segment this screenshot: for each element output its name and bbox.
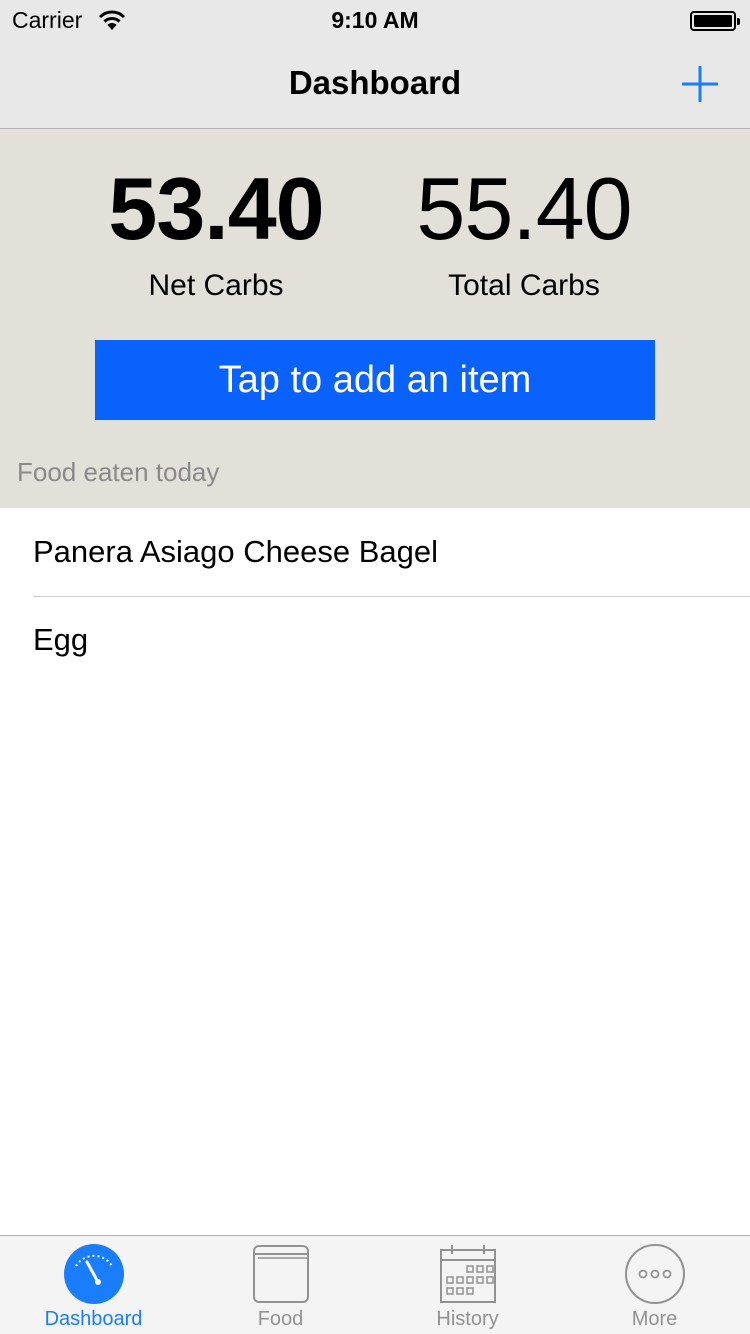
gauge-icon bbox=[63, 1244, 124, 1304]
list-item[interactable]: Egg bbox=[0, 596, 750, 684]
book-icon bbox=[252, 1245, 309, 1303]
carbs-summary: 53.40 Net Carbs 55.40 Total Carbs Tap to… bbox=[0, 129, 750, 508]
battery-nub bbox=[737, 18, 740, 25]
list-item-label: Panera Asiago Cheese Bagel bbox=[33, 534, 439, 569]
total-carbs-stat: 55.40 Total Carbs bbox=[364, 159, 684, 303]
tab-label: Food bbox=[257, 1308, 304, 1330]
list-item[interactable]: Panera Asiago Cheese Bagel bbox=[0, 508, 750, 596]
tab-label: History bbox=[436, 1308, 499, 1330]
page-title: Dashboard bbox=[288, 64, 462, 101]
more-icon bbox=[624, 1244, 685, 1304]
tab-label: Dashboard bbox=[44, 1308, 143, 1330]
battery-icon bbox=[690, 11, 740, 31]
total-carbs-label: Total Carbs bbox=[448, 269, 600, 302]
tab-bar: Dashboard Food History More bbox=[0, 1235, 750, 1334]
food-list: Panera Asiago Cheese Bagel Egg bbox=[0, 508, 750, 684]
battery-level bbox=[694, 15, 732, 27]
section-header: Food eaten today bbox=[17, 457, 220, 487]
tab-history[interactable]: History bbox=[374, 1236, 561, 1334]
tab-food[interactable]: Food bbox=[187, 1236, 374, 1334]
status-bar: Carrier 9:10 AM bbox=[0, 0, 750, 40]
calendar-icon bbox=[439, 1245, 496, 1303]
net-carbs-label: Net Carbs bbox=[148, 269, 284, 302]
tab-label: More bbox=[631, 1308, 678, 1330]
add-item-button[interactable]: Tap to add an item bbox=[95, 340, 655, 420]
add-icon[interactable] bbox=[678, 62, 722, 106]
net-carbs-stat: 53.40 Net Carbs bbox=[56, 159, 376, 303]
tab-more[interactable]: More bbox=[561, 1236, 748, 1334]
tab-dashboard[interactable]: Dashboard bbox=[0, 1236, 187, 1334]
status-time: 9:10 AM bbox=[331, 7, 419, 33]
list-item-label: Egg bbox=[33, 622, 89, 657]
top-bar: Carrier 9:10 AM Dashboard bbox=[0, 0, 750, 129]
total-carbs-value: 55.40 bbox=[416, 159, 632, 258]
net-carbs-value: 53.40 bbox=[108, 159, 324, 258]
